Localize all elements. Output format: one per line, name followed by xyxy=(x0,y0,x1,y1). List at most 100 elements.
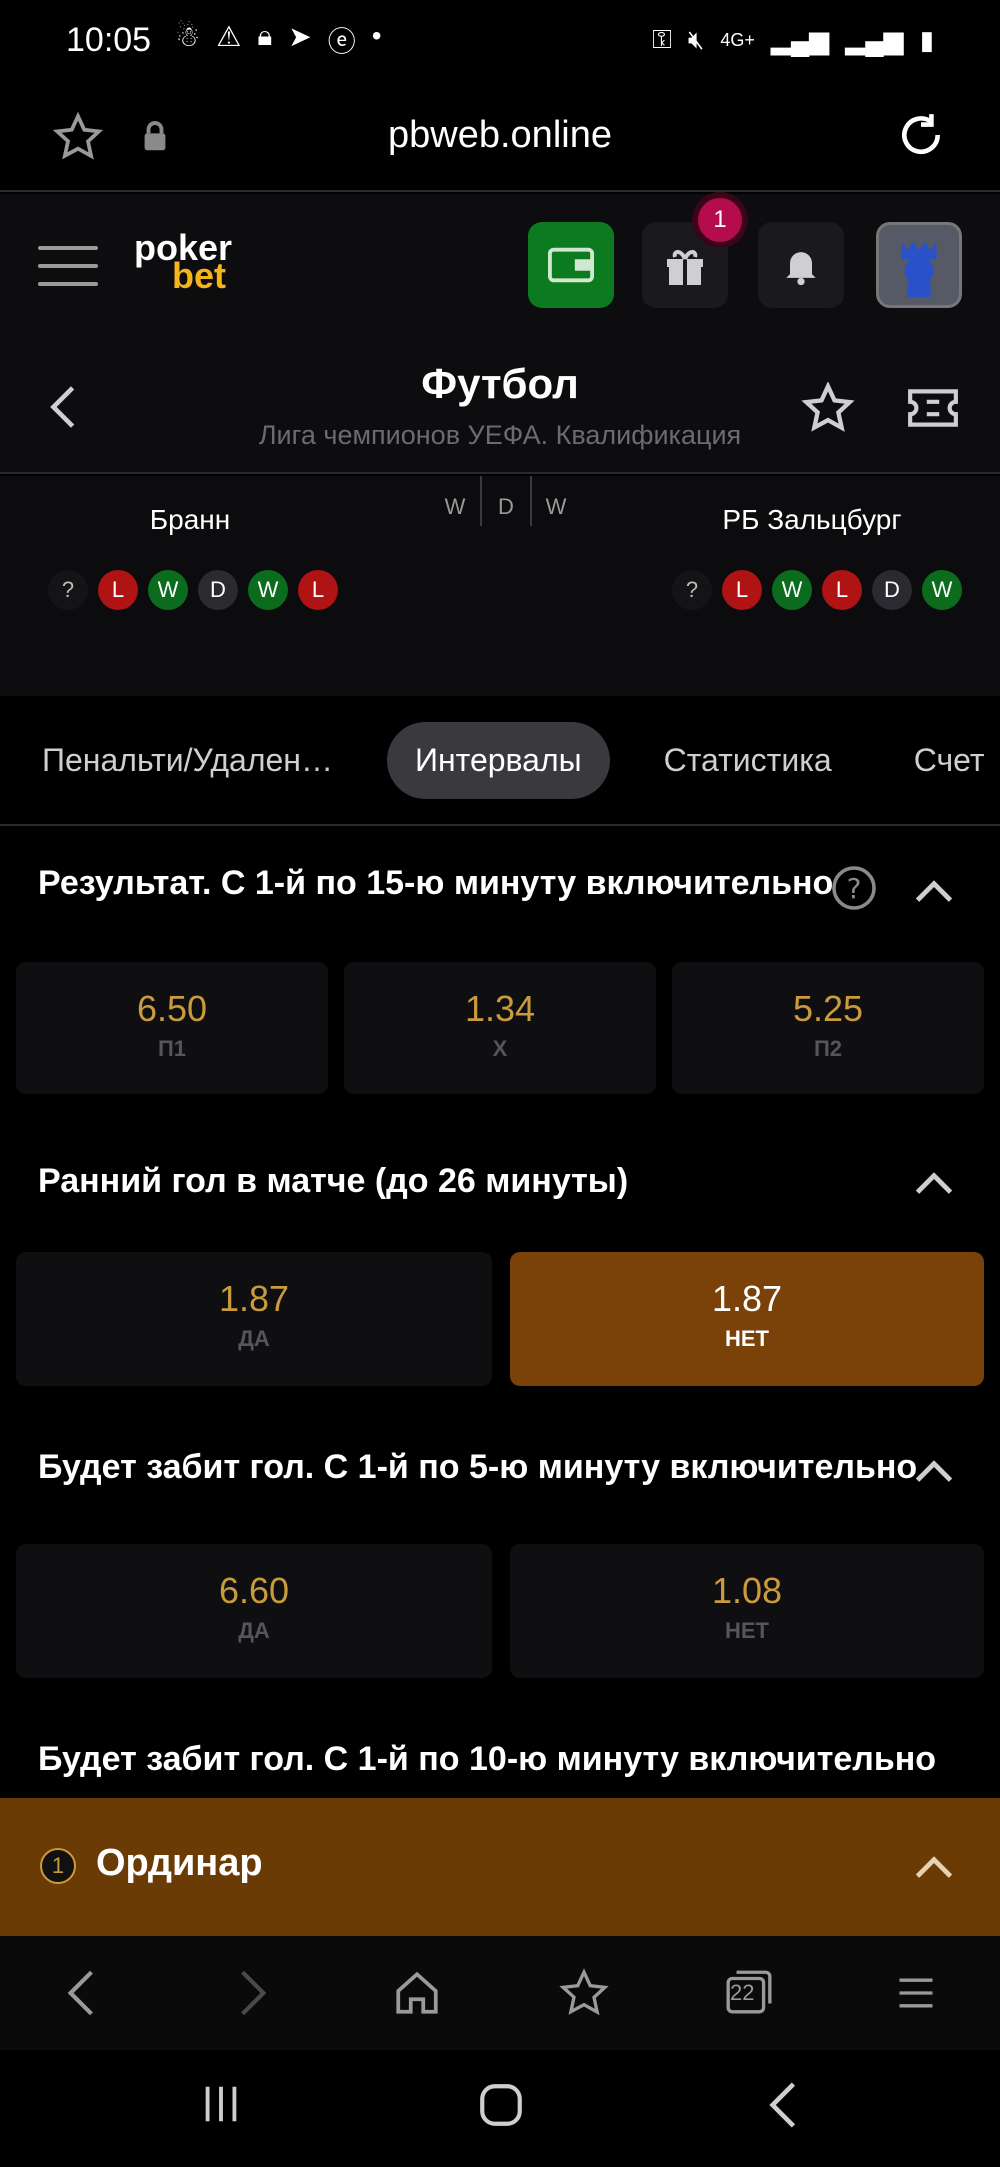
chevron-up-icon[interactable] xyxy=(912,1852,956,1882)
odd-label: П2 xyxy=(813,1036,843,1061)
h2h-result: D xyxy=(480,476,530,526)
odd-button[interactable]: 1.08 НЕТ xyxy=(510,1544,984,1678)
network-label: 4G+ xyxy=(720,29,755,50)
match-info: W D W Бранн РБ Зальцбург ? L W D W L ? L… xyxy=(0,476,1000,696)
odd-value: 6.50 xyxy=(136,988,208,1029)
odd-button[interactable]: 1.87 ДА xyxy=(16,1252,492,1386)
odd-value: 6.60 xyxy=(218,1570,290,1611)
status-time: 10:05 xyxy=(66,20,152,59)
browser-nav-bar: 22 xyxy=(0,1936,1000,2050)
wallet-icon xyxy=(548,247,594,283)
status-bar: 10:05 ☃ ⚠ 🔒︎ ➤ ⓔ • ⚿ 🔇︎ 4G+ ▂▄▆ ▂▄▆ ▮ xyxy=(0,0,1000,80)
form-dot: ? xyxy=(672,570,712,610)
odd-value: 5.25 xyxy=(792,988,864,1029)
form-dot: L xyxy=(822,570,862,610)
chevron-up-icon[interactable] xyxy=(912,1168,956,1198)
lock-icon: 🔒︎ xyxy=(257,20,273,51)
bet-slip-label: Ординар xyxy=(96,1842,263,1884)
tab-score[interactable]: Счет xyxy=(886,722,1000,799)
browser-url-bar: pbweb.online xyxy=(0,80,1000,192)
odd-value: 1.87 xyxy=(711,1278,783,1319)
notification-icons: ☃ ⚠ 🔒︎ ➤ ⓔ • xyxy=(175,20,381,60)
pokerbet-logo[interactable]: poker bet xyxy=(134,230,232,296)
form-dot: L xyxy=(298,570,338,610)
browser-menu-icon[interactable] xyxy=(894,1968,938,2018)
dot-icon: • xyxy=(371,20,382,51)
odd-label: ДА xyxy=(238,1326,270,1351)
snapchat-icon: ☃ xyxy=(175,21,201,52)
reload-icon[interactable] xyxy=(896,110,946,160)
avatar[interactable] xyxy=(876,222,962,308)
e-icon: ⓔ xyxy=(327,26,356,57)
info-icon[interactable]: ? xyxy=(830,864,878,912)
market-title[interactable]: Будет забит гол. С 1-й по 10-ю минуту вк… xyxy=(38,1740,936,1779)
tab-intervals[interactable]: Интервалы xyxy=(386,721,610,799)
odd-button-selected[interactable]: 1.87 НЕТ xyxy=(510,1252,984,1386)
chevron-up-icon[interactable] xyxy=(912,1456,956,1486)
odd-button[interactable]: 6.50 П1 xyxy=(16,962,328,1094)
odd-value: 1.87 xyxy=(218,1278,290,1319)
browser-back-icon[interactable] xyxy=(64,1968,98,2018)
system-nav-bar xyxy=(0,2050,1000,2167)
market-title[interactable]: Ранний гол в матче (до 26 минуты) xyxy=(38,1162,628,1201)
team1-form: ? L W D W L xyxy=(48,570,338,610)
menu-icon[interactable] xyxy=(38,246,98,286)
telegram-icon: ➤ xyxy=(288,21,312,52)
gift-icon xyxy=(667,250,703,285)
page-title-bar: Футбол Лига чемпионов УЕФА. Квалификация xyxy=(0,334,1000,474)
home-button-icon[interactable] xyxy=(476,2080,526,2130)
form-dot: W xyxy=(922,570,962,610)
head-to-head: W D W xyxy=(430,476,580,526)
bell-icon xyxy=(786,252,816,286)
notifications-button[interactable] xyxy=(758,222,844,308)
odd-label: ДА xyxy=(238,1618,270,1643)
odd-button[interactable]: 6.60 ДА xyxy=(16,1544,492,1678)
avatar-icon xyxy=(901,241,937,298)
form-dot: D xyxy=(198,570,238,610)
chevron-up-icon[interactable] xyxy=(912,876,956,906)
market-title[interactable]: Будет забит гол. С 1-й по 5-ю минуту вкл… xyxy=(38,1448,917,1487)
market-tabs: Пенальти/Удален… Интервалы Статистика Сч… xyxy=(0,696,1000,826)
favorite-star-icon[interactable] xyxy=(800,382,856,434)
tab-statistics[interactable]: Статистика xyxy=(636,722,860,799)
team2-name: РБ Зальцбург xyxy=(722,504,902,535)
warning-icon: ⚠ xyxy=(216,21,242,52)
market-title[interactable]: Результат. С 1-й по 15-ю минуту включите… xyxy=(38,864,833,903)
odd-value: 1.08 xyxy=(711,1570,783,1611)
browser-forward-icon[interactable] xyxy=(236,1968,270,2018)
svg-text:?: ? xyxy=(847,872,862,905)
h2h-result: W xyxy=(530,476,580,526)
battery-icon: ▮ xyxy=(919,24,934,55)
recent-apps-icon[interactable] xyxy=(198,2080,244,2128)
bet-count-badge: 1 xyxy=(40,1848,76,1884)
team1-name: Бранн xyxy=(149,504,231,535)
bookmarks-icon[interactable] xyxy=(558,1968,610,2018)
h2h-result: W xyxy=(444,494,466,519)
team2-form: ? L W L D W xyxy=(672,570,962,610)
form-dot: W xyxy=(148,570,188,610)
odd-label: НЕТ xyxy=(725,1326,769,1351)
logo-bottom-text: bet xyxy=(172,255,226,296)
odd-label: П1 xyxy=(157,1036,187,1061)
bet-slip-bar[interactable]: 1 Ординар xyxy=(0,1798,1000,1936)
app-header: poker bet xyxy=(0,194,1000,334)
mute-icon: 🔇︎ xyxy=(687,24,705,54)
tabs-button[interactable]: 22 xyxy=(724,1966,774,2016)
form-dot: L xyxy=(98,570,138,610)
wallet-button[interactable] xyxy=(528,222,614,308)
form-dot: W xyxy=(248,570,288,610)
form-dot: W xyxy=(772,570,812,610)
system-back-icon[interactable] xyxy=(768,2080,798,2130)
odd-label: НЕТ xyxy=(725,1618,769,1643)
odd-label: Х xyxy=(492,1036,508,1061)
tab-penalties[interactable]: Пенальти/Удален… xyxy=(14,722,361,799)
coupon-icon[interactable] xyxy=(906,386,960,430)
odd-button[interactable]: 5.25 П2 xyxy=(672,962,984,1094)
odd-value: 1.34 xyxy=(464,988,536,1029)
odd-button[interactable]: 1.34 Х xyxy=(344,962,656,1094)
home-icon[interactable] xyxy=(392,1968,442,2018)
tab-count: 22 xyxy=(730,1980,755,2005)
key-icon: ⚿ xyxy=(652,24,672,54)
url-text[interactable]: pbweb.online xyxy=(0,114,1000,157)
signal-icon: ▂▄▆ xyxy=(770,24,830,55)
